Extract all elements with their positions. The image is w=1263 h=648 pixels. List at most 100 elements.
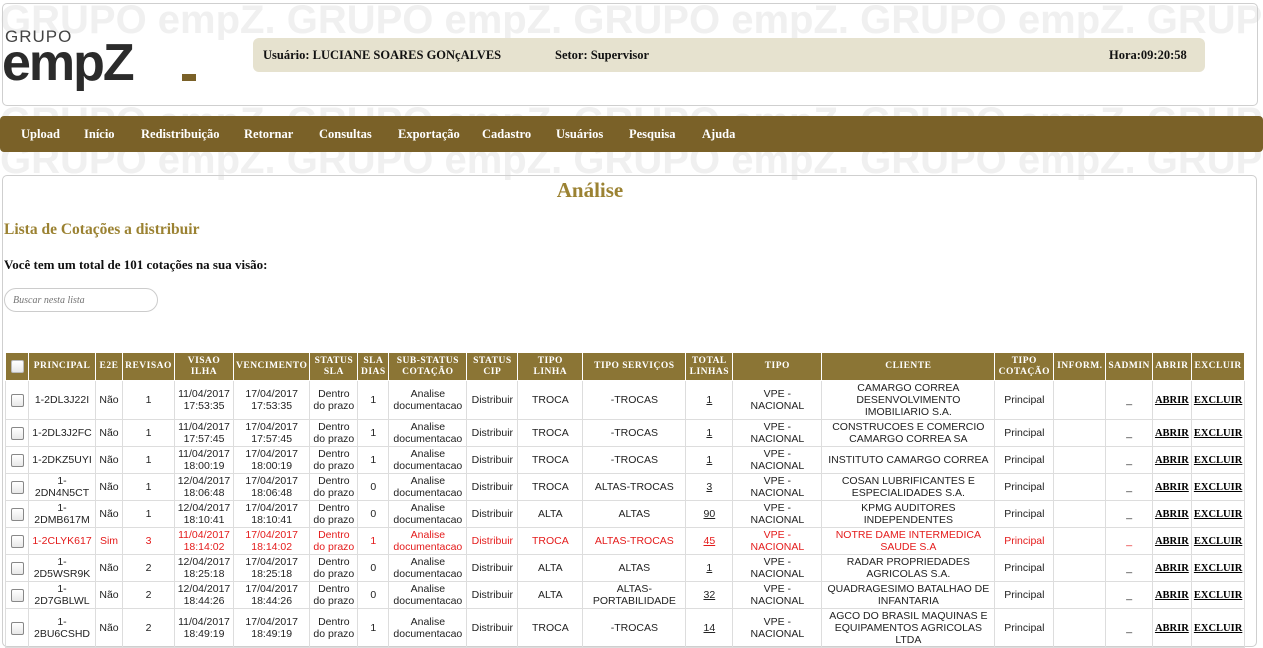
cell-abrir: ABRIR bbox=[1151, 527, 1192, 555]
cell-tipo: VPE - NACIONAL bbox=[732, 419, 823, 447]
cell-text: Analise bbox=[410, 388, 446, 400]
delete-link[interactable]: EXCLUIR bbox=[1194, 482, 1242, 493]
column-header: SADMIN bbox=[1105, 352, 1153, 381]
open-link[interactable]: ABRIR bbox=[1155, 428, 1189, 439]
cell-text: Não bbox=[99, 481, 119, 493]
total-lines-link[interactable]: 1 bbox=[706, 562, 712, 574]
cell-text: -TROCAS bbox=[610, 454, 658, 466]
open-link[interactable]: ABRIR bbox=[1155, 482, 1189, 493]
cell-tipo: VPE - NACIONAL bbox=[732, 554, 823, 582]
total-lines-link[interactable]: 1 bbox=[706, 454, 712, 466]
cell-visao: 12/04/2017 18:10:41 bbox=[174, 500, 234, 528]
cell-total: 1 bbox=[685, 446, 734, 474]
cell-sub-status: Analise documentacao bbox=[388, 473, 468, 501]
cell-text: ALTA bbox=[537, 562, 563, 574]
cell-text: CAMARGO CORREA bbox=[857, 382, 960, 394]
row-checkbox[interactable] bbox=[10, 588, 24, 602]
list-title: Lista de Cotações a distribuir bbox=[4, 221, 200, 238]
cell-abrir: ABRIR bbox=[1151, 581, 1192, 609]
cell-text: ESPECIALIDADES S.A. bbox=[851, 487, 965, 499]
open-link[interactable]: ABRIR bbox=[1155, 395, 1189, 406]
open-link[interactable]: ABRIR bbox=[1155, 590, 1189, 601]
column-header: ABRIR bbox=[1151, 352, 1192, 381]
row-checkbox[interactable] bbox=[10, 507, 24, 521]
open-link[interactable]: ABRIR bbox=[1155, 536, 1189, 547]
delete-link[interactable]: EXCLUIR bbox=[1194, 563, 1242, 574]
cell-cliente: CONSTRUCOES E COMERCIO CAMARGO CORREA SA bbox=[821, 419, 996, 447]
cell-sub-status: Analise documentacao bbox=[388, 527, 468, 555]
nav-redistribuicao[interactable]: Redistribuição bbox=[141, 127, 219, 142]
cell-text: Dentro bbox=[318, 556, 350, 568]
total-lines-link[interactable]: 14 bbox=[704, 622, 716, 634]
cell-text: 2 bbox=[145, 589, 152, 601]
nav-retornar[interactable]: Retornar bbox=[244, 127, 293, 142]
row-checkbox-cell bbox=[5, 608, 29, 648]
search-input[interactable] bbox=[4, 288, 158, 312]
nav-ajuda[interactable]: Ajuda bbox=[702, 127, 735, 142]
cell-total: 1 bbox=[685, 419, 734, 447]
total-lines-link[interactable]: 1 bbox=[706, 394, 712, 406]
open-link[interactable]: ABRIR bbox=[1155, 509, 1189, 520]
cell-venc: 17/04/2017 18:06:48 bbox=[232, 473, 311, 501]
total-count-text: Você tem um total de 101 cotações na sua… bbox=[4, 257, 268, 272]
total-lines-link[interactable]: 90 bbox=[704, 508, 716, 520]
cell-sadmin: _ bbox=[1105, 380, 1153, 420]
delete-link[interactable]: EXCLUIR bbox=[1194, 509, 1242, 520]
cell-text: 1- bbox=[57, 616, 67, 628]
nav-upload[interactable]: Upload bbox=[21, 127, 60, 142]
cell-status-sla: Dentro do prazo bbox=[309, 473, 359, 501]
nav-pesquisa[interactable]: Pesquisa bbox=[629, 127, 676, 142]
column-header-label: ILHA bbox=[190, 366, 218, 377]
delete-link[interactable]: EXCLUIR bbox=[1194, 455, 1242, 466]
nav-usuarios[interactable]: Usuários bbox=[556, 127, 603, 142]
open-link[interactable]: ABRIR bbox=[1155, 455, 1189, 466]
cell-text: Não bbox=[99, 508, 119, 520]
cell-visao: 12/04/2017 18:06:48 bbox=[174, 473, 234, 501]
row-checkbox[interactable] bbox=[10, 426, 24, 440]
delete-link[interactable]: EXCLUIR bbox=[1194, 536, 1242, 547]
cell-visao: 11/04/2017 17:53:35 bbox=[174, 380, 234, 420]
row-checkbox[interactable] bbox=[10, 393, 24, 407]
nav-cadastro[interactable]: Cadastro bbox=[482, 127, 531, 142]
open-link[interactable]: ABRIR bbox=[1155, 563, 1189, 574]
nav-consultas[interactable]: Consultas bbox=[319, 127, 372, 142]
cell-text: 11/04/2017 bbox=[178, 616, 230, 628]
cell-venc: 17/04/2017 18:25:18 bbox=[232, 554, 311, 582]
cell-text: documentacao bbox=[393, 460, 463, 472]
table-row: 1-2DL3J2FC Não 1 11/04/2017 17:57:45 17/04/20… bbox=[5, 419, 1246, 447]
delete-link[interactable]: EXCLUIR bbox=[1194, 428, 1242, 439]
cell-status-sla: Dentro do prazo bbox=[309, 380, 359, 420]
total-lines-link[interactable]: 1 bbox=[706, 427, 712, 439]
cell-tipo: VPE - NACIONAL bbox=[732, 500, 823, 528]
cell-text: INFANTARIA bbox=[877, 595, 939, 607]
cell-venc: 17/04/2017 18:10:41 bbox=[232, 500, 311, 528]
delete-link[interactable]: EXCLUIR bbox=[1194, 590, 1242, 601]
cell-text: VPE - NACIONAL bbox=[750, 529, 805, 553]
cell-e2e: Não bbox=[95, 446, 123, 474]
select-all-checkbox[interactable] bbox=[10, 360, 24, 373]
total-lines-link[interactable]: 32 bbox=[704, 589, 716, 601]
cell-text: -TROCAS bbox=[610, 394, 658, 406]
cell-tipo-cotacao: Principal bbox=[994, 608, 1055, 648]
cell-sadmin: _ bbox=[1105, 581, 1153, 609]
delete-link[interactable]: EXCLUIR bbox=[1194, 395, 1242, 406]
cell-tipo-linha: TROCA bbox=[517, 473, 584, 501]
row-checkbox[interactable] bbox=[10, 534, 24, 548]
cell-cliente: QUADRAGESIMO BATALHAO DE INFANTARIA bbox=[821, 581, 996, 609]
nav-inicio[interactable]: Início bbox=[84, 127, 115, 142]
cell-total: 3 bbox=[685, 473, 734, 501]
row-checkbox[interactable] bbox=[10, 453, 24, 467]
table-row: 1- 2D7GBLWL Não 2 12/04/2017 18:44:26 17/04/20… bbox=[5, 581, 1246, 609]
total-lines-link[interactable]: 45 bbox=[704, 535, 716, 547]
row-checkbox[interactable] bbox=[10, 561, 24, 575]
nav-exportacao[interactable]: Exportação bbox=[398, 127, 460, 142]
row-checkbox[interactable] bbox=[10, 621, 24, 635]
company-logo: GRUPO empZ bbox=[2, 27, 205, 97]
cell-text: documentacao bbox=[393, 433, 463, 445]
row-checkbox[interactable] bbox=[10, 480, 24, 494]
cell-text: documentacao bbox=[393, 541, 463, 553]
cell-text: 1 bbox=[145, 481, 152, 493]
column-header-label: TIPO SERVIÇOS bbox=[594, 361, 675, 371]
total-lines-link[interactable]: 3 bbox=[706, 481, 712, 493]
cell-text: Sim bbox=[99, 535, 119, 547]
